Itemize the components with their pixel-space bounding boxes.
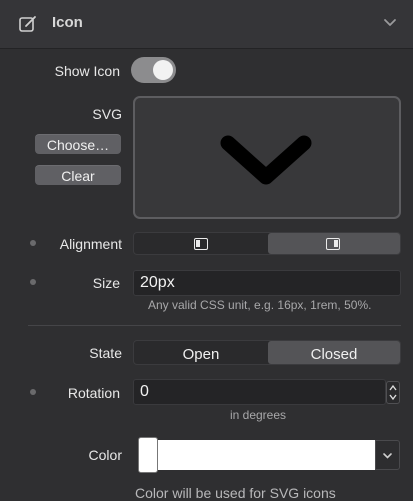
alignment-label: Alignment xyxy=(59,236,122,252)
rotation-input[interactable]: 0 xyxy=(133,379,386,405)
rotation-label: Rotation xyxy=(67,385,120,401)
rotation-hint: in degrees xyxy=(229,408,287,422)
state-label: State xyxy=(89,345,122,361)
show-icon-toggle[interactable] xyxy=(131,57,176,83)
alignment-segmented-control[interactable] xyxy=(133,232,401,255)
section-header[interactable]: Icon xyxy=(0,0,413,49)
divider xyxy=(28,325,401,326)
toggle-knob xyxy=(153,60,173,80)
choose-button[interactable]: Choose… xyxy=(35,134,121,154)
align-right-icon xyxy=(326,238,340,250)
color-dropdown-button[interactable] xyxy=(375,440,400,470)
state-open-label: Open xyxy=(182,346,220,363)
state-closed-label: Closed xyxy=(310,346,358,363)
size-hint: Any valid CSS unit, e.g. 16px, 1rem, 50%… xyxy=(148,298,372,312)
alignment-right-option[interactable] xyxy=(268,233,400,254)
rotation-stepper[interactable] xyxy=(386,381,400,404)
chevron-down-icon xyxy=(220,135,312,185)
stepper-arrows-icon xyxy=(389,384,397,401)
state-open-option[interactable]: Open xyxy=(134,341,268,364)
size-input[interactable]: 20px xyxy=(133,270,401,296)
color-note: Color will be used for SVG icons xyxy=(135,485,336,501)
color-swatch[interactable] xyxy=(138,437,158,473)
section-title: Icon xyxy=(52,14,83,31)
chevron-down-icon xyxy=(383,453,392,459)
state-segmented-control[interactable]: Open Closed xyxy=(133,340,401,365)
chevron-down-icon[interactable] xyxy=(383,18,397,28)
alignment-left-option[interactable] xyxy=(134,233,268,254)
show-icon-label: Show Icon xyxy=(54,63,120,79)
size-label: Size xyxy=(92,275,120,291)
edit-square-icon xyxy=(19,16,36,32)
svg-label: SVG xyxy=(92,106,122,122)
state-closed-option[interactable]: Closed xyxy=(268,341,400,364)
clear-button[interactable]: Clear xyxy=(35,165,121,185)
svg-preview[interactable] xyxy=(133,96,401,219)
color-label: Color xyxy=(88,447,122,463)
color-field[interactable] xyxy=(158,440,375,470)
align-left-icon xyxy=(194,238,208,250)
